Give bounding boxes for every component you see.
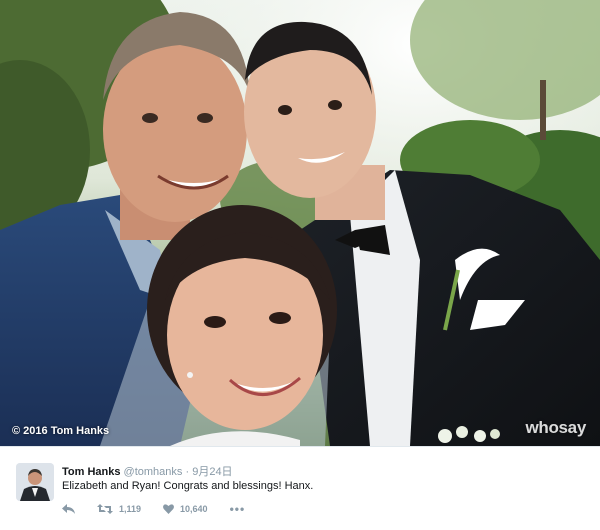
tweet-actions: 1,119 10,640 ••• bbox=[62, 502, 267, 516]
author-handle[interactable]: @tomhanks bbox=[124, 466, 183, 478]
like-button[interactable]: 10,640 bbox=[163, 504, 208, 514]
whosay-watermark: whosay bbox=[525, 418, 586, 437]
tweet-text: Elizabeth and Ryan! Congrats and blessin… bbox=[62, 480, 314, 492]
more-button[interactable]: ••• bbox=[229, 502, 246, 516]
reply-icon bbox=[62, 504, 75, 514]
heart-icon bbox=[163, 504, 174, 514]
reply-button[interactable] bbox=[62, 504, 75, 514]
tweet-date[interactable]: 9月24日 bbox=[192, 466, 232, 478]
selfie-illustration bbox=[0, 0, 600, 446]
tweet-card: Tom Hanks @tomhanks · 9月24日 Elizabeth an… bbox=[0, 446, 600, 530]
photo-copyright: © 2016 Tom Hanks bbox=[12, 425, 110, 437]
profile-avatar-icon[interactable] bbox=[16, 463, 54, 501]
separator-dot: · bbox=[185, 466, 190, 478]
retweet-icon bbox=[97, 504, 113, 514]
tweet-photo[interactable]: © 2016 Tom Hanks whosay bbox=[0, 0, 600, 446]
like-count: 10,640 bbox=[180, 504, 208, 514]
retweet-count: 1,119 bbox=[119, 504, 142, 514]
author-name[interactable]: Tom Hanks bbox=[62, 466, 120, 478]
retweet-button[interactable]: 1,119 bbox=[97, 504, 141, 514]
tweet-header: Tom Hanks @tomhanks · 9月24日 bbox=[62, 463, 233, 479]
more-icon: ••• bbox=[229, 502, 246, 516]
